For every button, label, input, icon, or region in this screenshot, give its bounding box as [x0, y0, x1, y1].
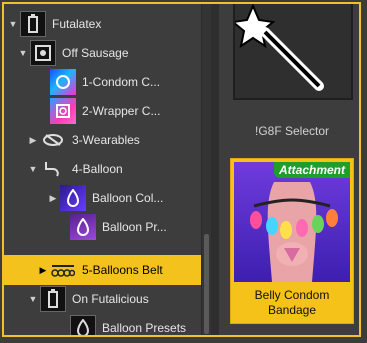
belly-condom-bandage-preset[interactable]: Attachment Belly Condom Bandage [230, 158, 354, 324]
tree-row-label: 2-Wrapper C... [82, 104, 161, 118]
expand-arrow-icon[interactable]: ▶ [28, 135, 38, 146]
figure-icon [20, 11, 46, 37]
tree-row-label: 4-Balloon [72, 162, 123, 176]
tree-row-label: 1-Condom C... [82, 75, 161, 89]
balloon-preset-thumbnail-icon [70, 214, 96, 240]
product-caption: Belly Condom Bandage [234, 288, 350, 318]
expand-arrow-icon[interactable]: ▶ [48, 193, 58, 204]
expand-arrow-icon[interactable]: ▼ [8, 19, 18, 29]
tree-row-label: Off Sausage [62, 46, 129, 60]
tree-row-label: Balloon Col... [92, 191, 164, 205]
figure-with-balloons-image [250, 182, 338, 282]
belt-icon [50, 257, 76, 283]
scrollbar-thumb[interactable] [204, 234, 209, 334]
attachment-badge: Attachment [273, 162, 350, 178]
expand-arrow-icon[interactable]: ▼ [18, 48, 28, 58]
folder-tree: ▼ Futalatex ▼ Off Sausage 1-Condom C... [4, 4, 201, 335]
expand-arrow-icon[interactable]: ▼ [28, 294, 38, 304]
balloon-presets-thumbnail-icon [70, 315, 96, 335]
magic-wand-icon [230, 4, 324, 91]
content-library-panel: ▼ Futalatex ▼ Off Sausage 1-Condom C... [2, 2, 361, 337]
expand-arrow-icon[interactable]: ▼ [28, 164, 38, 174]
tree-row-wearables[interactable]: ▶ 3-Wearables [4, 125, 201, 155]
tree-row-balloon-pr[interactable]: Balloon Pr... [4, 212, 201, 242]
wearables-icon [40, 127, 66, 153]
wrapper-thumbnail-icon [50, 98, 76, 124]
figure-icon [40, 286, 66, 312]
tree-row-label: On Futalicious [72, 292, 149, 306]
tree-row-condom-c[interactable]: 1-Condom C... [4, 67, 201, 97]
tree-row-balloon-presets[interactable]: Balloon Presets [4, 313, 201, 335]
tree-row-futalatex[interactable]: ▼ Futalatex [4, 9, 201, 39]
product-thumbnail-image: Attachment [234, 162, 350, 282]
tree-scrollbar[interactable] [201, 4, 211, 335]
condom-thumbnail-icon [50, 69, 76, 95]
tree-row-wrapper-c[interactable]: 2-Wrapper C... [4, 96, 201, 126]
selector-preset-label: !G8F Selector [254, 124, 330, 138]
product-caption-line: Belly Condom [254, 288, 330, 302]
tree-row-on-futalicious[interactable]: ▼ On Futalicious [4, 284, 201, 314]
folder-thumbnail-icon [30, 40, 56, 66]
tree-row-balloons-belt[interactable]: ▶ 5-Balloons Belt [4, 255, 201, 285]
product-caption-line: Bandage [267, 303, 317, 317]
tree-row-label: 3-Wearables [72, 133, 140, 147]
tree-row-balloon-col[interactable]: ▶ Balloon Col... [4, 183, 201, 213]
tree-row-off-sausage[interactable]: ▼ Off Sausage [4, 38, 201, 68]
tree-row-label: Balloon Pr... [102, 220, 167, 234]
expand-arrow-icon[interactable]: ▶ [38, 265, 48, 276]
balloon-icon [40, 156, 66, 182]
balloon-color-thumbnail-icon [60, 185, 86, 211]
tree-row-label: 5-Balloons Belt [82, 263, 163, 277]
tree-row-balloon[interactable]: ▼ 4-Balloon [4, 154, 201, 184]
tree-row-label: Balloon Presets [102, 321, 187, 335]
selector-preset-thumbnail[interactable] [230, 4, 353, 100]
tree-row-label: Futalatex [52, 17, 102, 31]
panel-divider[interactable] [211, 4, 219, 335]
